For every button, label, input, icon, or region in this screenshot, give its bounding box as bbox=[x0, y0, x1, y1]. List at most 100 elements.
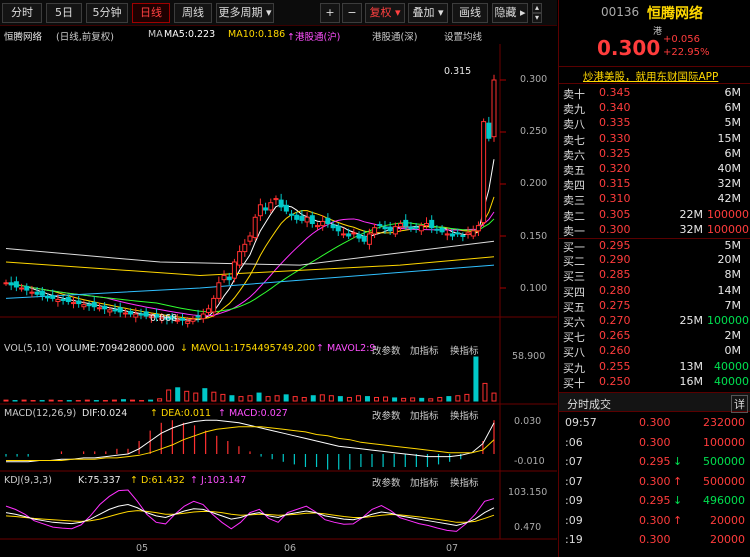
candle-body bbox=[3, 282, 9, 285]
macd-change-params-button[interactable]: 改参数 bbox=[372, 408, 401, 422]
ask-row[interactable]: 卖八 0.335 5M bbox=[559, 116, 750, 131]
level-price: 0.335 bbox=[599, 116, 631, 130]
level-price: 0.345 bbox=[599, 86, 631, 99]
ask-row[interactable]: 卖七 0.330 15M bbox=[559, 132, 750, 147]
volume-bar bbox=[346, 396, 352, 402]
vol-change-params-button[interactable]: 改参数 bbox=[372, 343, 401, 357]
kdj-change-params-button[interactable]: 改参数 bbox=[372, 475, 401, 489]
trade-row[interactable]: :06 0.300 100000 bbox=[559, 434, 750, 453]
tab-fenshi[interactable]: 分时 bbox=[2, 3, 42, 23]
level-broker-volume: 40000 bbox=[714, 374, 749, 388]
level-price: 0.250 bbox=[599, 374, 631, 388]
kdj-switch-indicator-button[interactable]: 换指标 bbox=[450, 475, 479, 489]
volume-bar bbox=[229, 395, 235, 402]
zoom-in-button[interactable]: + bbox=[320, 3, 340, 23]
trade-row[interactable]: :07 0.295 ↓ 500000 bbox=[559, 453, 750, 472]
trade-row[interactable]: 09:57 0.300 232000 bbox=[559, 414, 750, 433]
trade-price: 0.300 bbox=[639, 435, 671, 449]
candle-body bbox=[424, 223, 430, 227]
level-volume: 40M bbox=[717, 162, 742, 175]
ask-row[interactable]: 卖二 0.305 22M 100000 bbox=[559, 208, 750, 223]
candle-body bbox=[39, 290, 45, 296]
arrow-up-icon: ↑ bbox=[673, 474, 683, 488]
macd-add-indicator-button[interactable]: 加指标 bbox=[410, 408, 439, 422]
quote-header: 00136 恒腾网络 港 0.300 +0.056 +22.95% bbox=[559, 0, 750, 66]
trade-price: 0.300 bbox=[639, 513, 671, 527]
bid-row[interactable]: 买五 0.275 7M bbox=[559, 299, 750, 314]
fuquan-dropdown[interactable]: 复权 ▾ bbox=[365, 3, 405, 23]
trade-row[interactable]: :07 0.300 ↑ 500000 bbox=[559, 473, 750, 492]
trade-row[interactable]: :09 0.300 ↑ 20000 bbox=[559, 512, 750, 531]
kdj-add-indicator-button[interactable]: 加指标 bbox=[410, 475, 439, 489]
candle-body bbox=[8, 282, 14, 286]
bid-row[interactable]: 买八 0.260 0M bbox=[559, 344, 750, 359]
vol-add-indicator-button[interactable]: 加指标 bbox=[410, 343, 439, 357]
ask-row[interactable]: 卖三 0.310 42M bbox=[559, 192, 750, 207]
bid-row[interactable]: 买一 0.295 5M bbox=[559, 238, 750, 254]
level-label: 买六 bbox=[563, 316, 585, 329]
level-label: 买四 bbox=[563, 285, 585, 299]
level-volume: 20M bbox=[717, 253, 742, 267]
volume-bar bbox=[301, 396, 307, 402]
tab-5ri[interactable]: 5日 bbox=[46, 3, 82, 23]
bid-row[interactable]: 买三 0.285 8M bbox=[559, 268, 750, 283]
kline-chart-area[interactable]: 恒腾网络 (日线,前复权) MA MA5:0.223 MA10:0.186 ↑港… bbox=[0, 26, 557, 557]
bid-row[interactable]: 买九 0.255 13M 40000 bbox=[559, 360, 750, 375]
level-volume: 14M bbox=[717, 283, 742, 297]
volume-bar bbox=[3, 399, 9, 402]
price-change: +0.056 bbox=[663, 34, 701, 45]
bid-row[interactable]: 买七 0.265 2M bbox=[559, 329, 750, 344]
ask-row[interactable]: 卖四 0.315 32M bbox=[559, 177, 750, 192]
zoom-out-button[interactable]: − bbox=[342, 3, 362, 23]
level-label: 买二 bbox=[563, 255, 585, 269]
bid-row[interactable]: 买四 0.280 14M bbox=[559, 284, 750, 299]
period-toolbar: 分时 5日 5分钟 日线 周线 更多周期 ▾ + − 复权 ▾ 叠加 ▾ 画线 … bbox=[0, 0, 557, 26]
bid-row[interactable]: 买十 0.250 16M 40000 bbox=[559, 375, 750, 390]
ask-row[interactable]: 卖九 0.340 6M bbox=[559, 101, 750, 116]
volume-bar bbox=[337, 396, 343, 402]
bid-row[interactable]: 买二 0.290 20M bbox=[559, 253, 750, 268]
candle-body bbox=[226, 276, 232, 281]
volume-bar bbox=[120, 399, 126, 402]
promo-link[interactable]: 炒港美股，就用东财国际APP bbox=[583, 69, 718, 84]
ask-row[interactable]: 卖五 0.320 40M bbox=[559, 162, 750, 177]
trade-time: :09 bbox=[565, 494, 583, 507]
level-price: 0.295 bbox=[599, 239, 631, 252]
candle-body bbox=[263, 207, 269, 211]
trade-price: 0.295 bbox=[639, 455, 671, 468]
candle-body bbox=[366, 233, 372, 245]
level-label: 卖五 bbox=[563, 164, 585, 177]
level-price: 0.305 bbox=[599, 207, 631, 221]
tab-more-periods[interactable]: 更多周期 ▾ bbox=[216, 3, 274, 23]
candle-body bbox=[231, 261, 237, 279]
trade-volume: 232000 bbox=[703, 416, 745, 429]
trade-row[interactable]: :09 0.295 ↓ 496000 bbox=[559, 492, 750, 511]
candle-body bbox=[392, 226, 398, 235]
tab-5min[interactable]: 5分钟 bbox=[86, 3, 128, 23]
level-volume: 22M bbox=[679, 207, 704, 221]
vol-switch-indicator-button[interactable]: 换指标 bbox=[450, 343, 479, 357]
ask-row[interactable]: 卖一 0.300 32M 100000 bbox=[559, 223, 750, 238]
ask-row[interactable]: 卖六 0.325 6M bbox=[559, 147, 750, 162]
candle-body bbox=[294, 214, 300, 220]
overlay-dropdown[interactable]: 叠加 ▾ bbox=[408, 3, 448, 23]
macd-switch-indicator-button[interactable]: 换指标 bbox=[450, 408, 479, 422]
bid-row[interactable]: 买六 0.270 25M 100000 bbox=[559, 314, 750, 329]
tab-zhouxian[interactable]: 周线 bbox=[174, 3, 212, 23]
tab-rixian[interactable]: 日线 bbox=[132, 3, 170, 23]
ask-row[interactable]: 卖十 0.345 6M bbox=[559, 86, 750, 101]
hide-button[interactable]: 隐藏 ▸ bbox=[492, 3, 528, 23]
candle-body bbox=[252, 216, 258, 239]
trade-row[interactable]: :19 0.300 20000 bbox=[559, 531, 750, 550]
promo-banner[interactable]: 炒港美股，就用东财国际APP bbox=[559, 66, 750, 84]
candle-body bbox=[96, 307, 102, 310]
trade-volume: 500000 bbox=[703, 474, 745, 488]
draw-line-button[interactable]: 画线 bbox=[452, 3, 488, 23]
scroll-down-icon[interactable]: ▾ bbox=[532, 13, 542, 23]
volume-bar bbox=[84, 399, 90, 402]
scroll-up-icon[interactable]: ▴ bbox=[532, 3, 542, 13]
dea-value: ↑ DEA:0.011 bbox=[150, 408, 212, 419]
candle-body bbox=[449, 233, 455, 237]
trades-detail-button[interactable]: 详 bbox=[731, 395, 748, 413]
trade-time: 09:57 bbox=[565, 416, 597, 429]
